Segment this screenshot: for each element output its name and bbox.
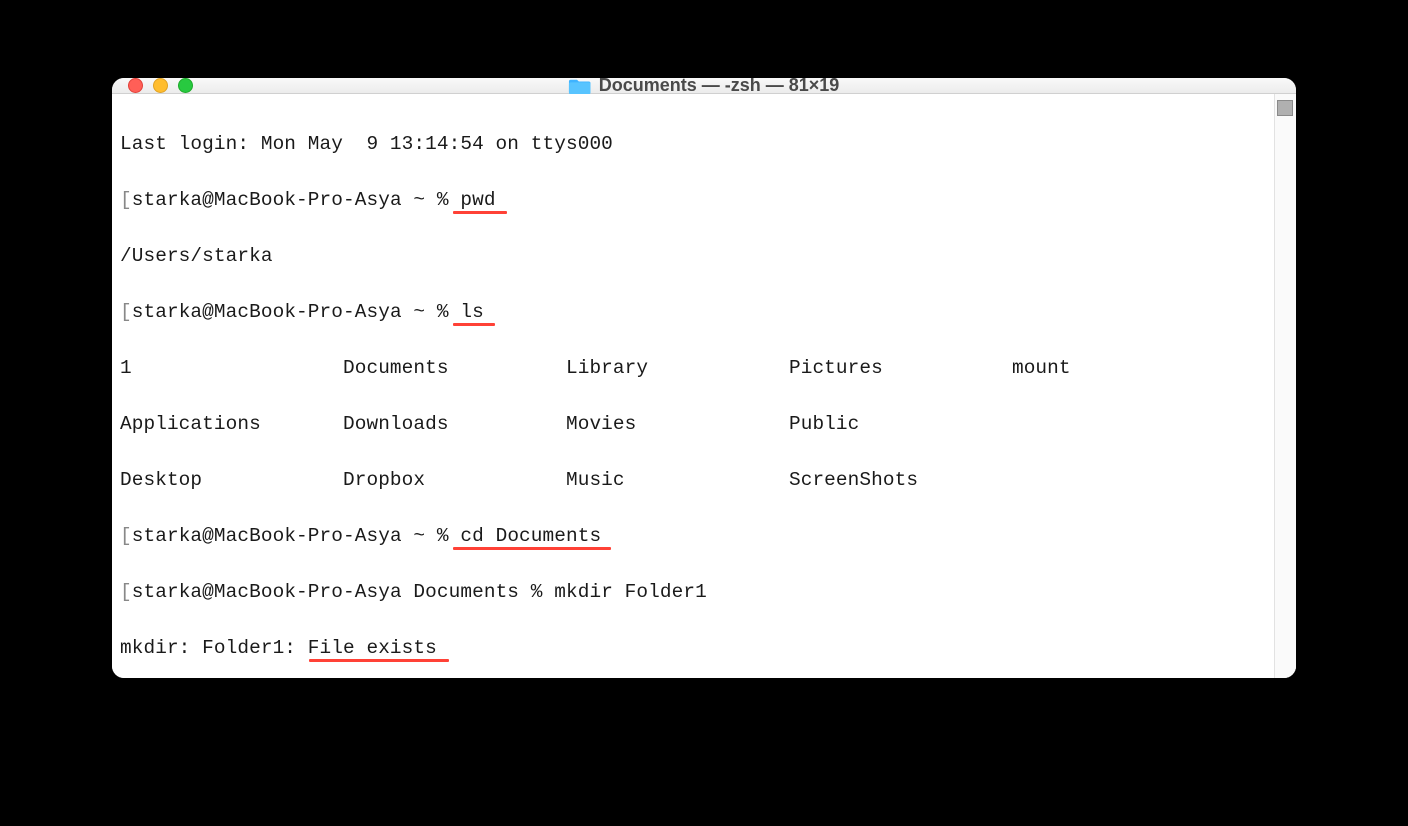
folder-icon (569, 78, 591, 95)
prompt-2-cmd: ls (460, 301, 483, 323)
bracket-open: [ (120, 581, 132, 603)
underline-pwd (453, 211, 507, 214)
prompt-line-1: [starka@MacBook-Pro-Asya ~ % pwd (120, 186, 1266, 214)
pwd-path: /Users/starka (120, 245, 273, 267)
terminal-body-wrap: Last login: Mon May 9 13:14:54 on ttys00… (112, 94, 1296, 678)
pwd-output: /Users/starka (120, 242, 1266, 270)
minimize-button[interactable] (153, 78, 168, 93)
err-msg: File exists (308, 637, 437, 659)
scrollbar-track[interactable] (1274, 94, 1296, 678)
prompt-2-prefix: starka@MacBook-Pro-Asya ~ % (132, 301, 461, 323)
prompt-1-cmd: pwd (460, 189, 495, 211)
underline-cd (453, 547, 611, 550)
mkdir-error: mkdir: Folder1: File exists (120, 634, 1266, 662)
bracket-open: [ (120, 525, 132, 547)
prompt-3-cmd: cd Documents (460, 525, 601, 547)
ls1-row-3: Desktop Dropbox Music ScreenShots (120, 466, 1266, 494)
maximize-button[interactable] (178, 78, 193, 93)
underline-err (309, 659, 449, 662)
prompt-line-4: [starka@MacBook-Pro-Asya Documents % mkd… (120, 578, 1266, 606)
bracket-open: [ (120, 301, 132, 323)
prompt-3-prefix: starka@MacBook-Pro-Asya ~ % (132, 525, 461, 547)
prompt-1-prefix: starka@MacBook-Pro-Asya ~ % (132, 189, 461, 211)
login-line: Last login: Mon May 9 13:14:54 on ttys00… (120, 130, 1266, 158)
ls1-text-1: 1 Documents Library Pictures mount (120, 357, 1071, 379)
ls1-row-1: 1 Documents Library Pictures mount (120, 354, 1266, 382)
scrollbar-indicator-icon (1277, 100, 1293, 116)
err-prefix: mkdir: Folder1: (120, 637, 308, 659)
ls1-text-2: Applications Downloads Movies Public (120, 413, 859, 435)
prompt-line-3: [starka@MacBook-Pro-Asya ~ % cd Document… (120, 522, 1266, 550)
bracket-open: [ (120, 189, 132, 211)
terminal-window: Documents — -zsh — 81×19 Last login: Mon… (112, 78, 1296, 678)
login-text: Last login: Mon May 9 13:14:54 on ttys00… (120, 133, 613, 155)
prompt-line-2: [starka@MacBook-Pro-Asya ~ % ls (120, 298, 1266, 326)
ls1-text-3: Desktop Dropbox Music ScreenShots (120, 469, 918, 491)
prompt-4-cmd: mkdir Folder1 (554, 581, 707, 603)
close-button[interactable] (128, 78, 143, 93)
traffic-lights (128, 78, 193, 93)
titlebar: Documents — -zsh — 81×19 (112, 78, 1296, 94)
underline-ls1 (453, 323, 495, 326)
prompt-4-prefix: starka@MacBook-Pro-Asya Documents % (132, 581, 555, 603)
ls1-row-2: Applications Downloads Movies Public (120, 410, 1266, 438)
terminal-content[interactable]: Last login: Mon May 9 13:14:54 on ttys00… (112, 94, 1274, 678)
